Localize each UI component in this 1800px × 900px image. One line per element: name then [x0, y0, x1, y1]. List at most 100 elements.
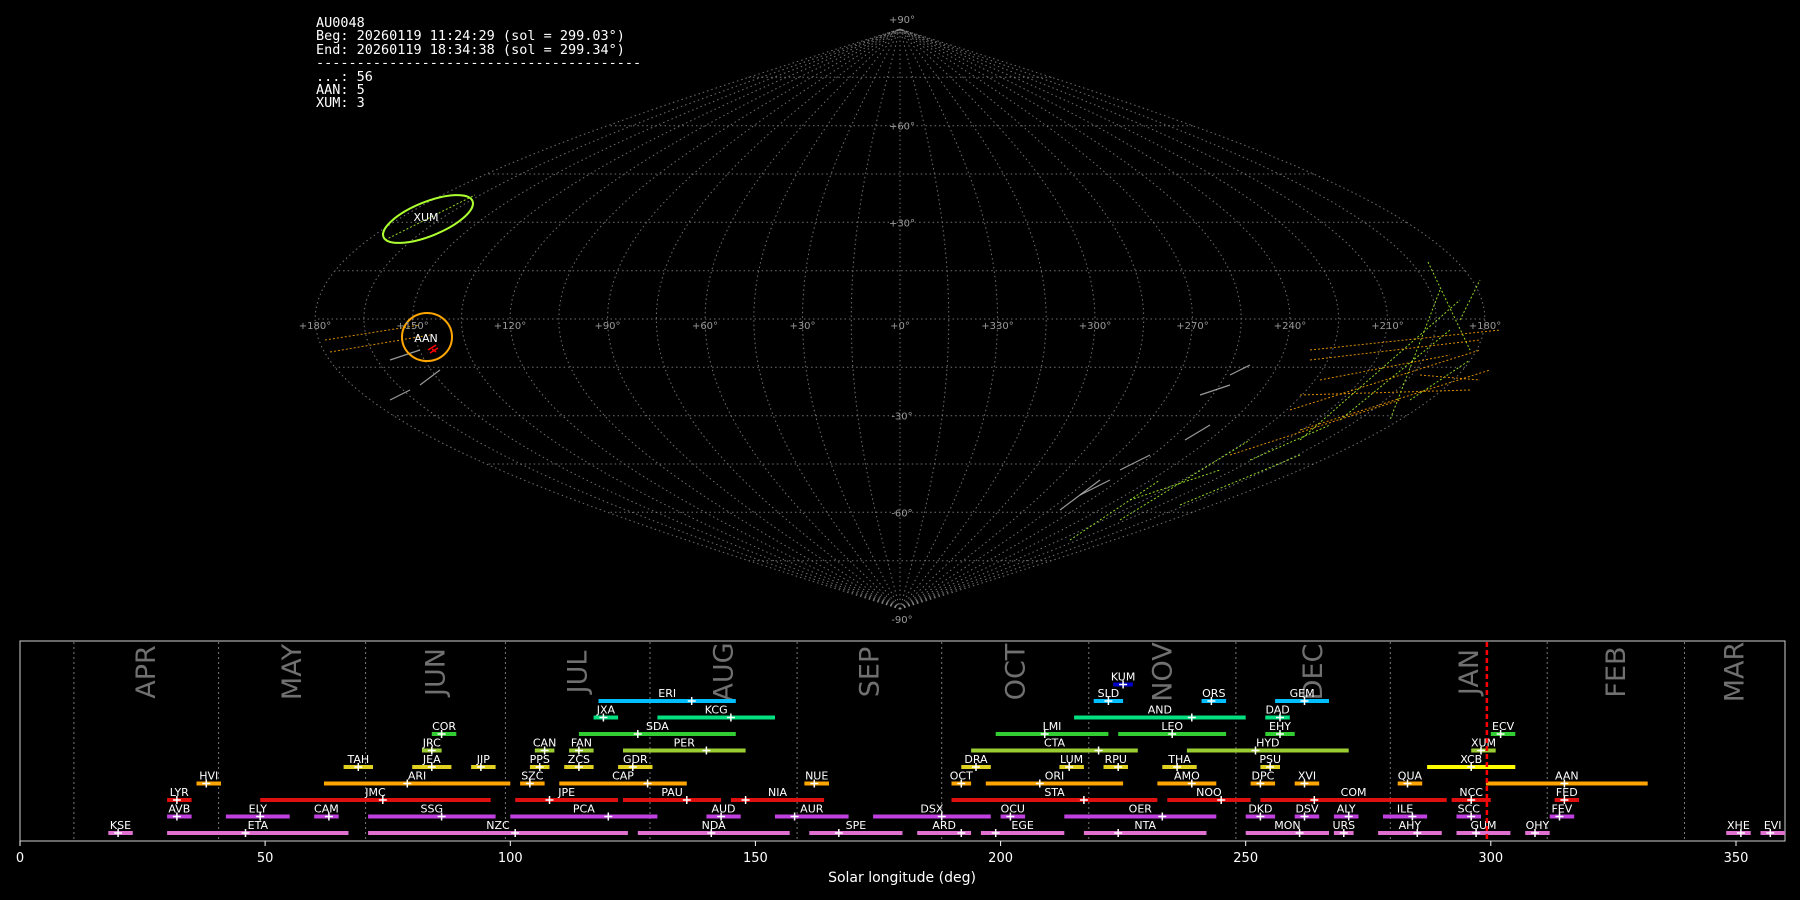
x-tick-label: 200 — [988, 851, 1013, 866]
shower-code-label: ELY — [249, 803, 268, 816]
trace-aan — [1309, 339, 1481, 361]
x-tick-label: 150 — [743, 851, 768, 866]
shower-code-label: EHY — [1269, 720, 1291, 733]
shower-code-label: FAN — [571, 737, 592, 750]
month-label: NOV — [1147, 642, 1178, 702]
trace-xum — [1179, 454, 1301, 506]
shower-code-label: JPE — [557, 786, 575, 799]
shower-code-label: OCU — [1001, 803, 1025, 816]
shower-code-label: HYD — [1256, 737, 1279, 750]
shower-code-label: LUM — [1060, 753, 1083, 766]
shower-code-label: ERI — [658, 687, 676, 700]
shower-code-label: OHY — [1526, 819, 1550, 832]
shower-code-label: AUR — [800, 803, 824, 816]
shower-code-label: JXA — [596, 704, 616, 717]
x-tick-label: 350 — [1724, 851, 1749, 866]
shower-code-label: ARI — [408, 770, 426, 783]
shower-code-label: DAD — [1265, 704, 1289, 717]
trace-aan — [1309, 329, 1501, 351]
shower-code-label: NCC — [1459, 786, 1483, 799]
shower-code-label: AVB — [168, 803, 190, 816]
shower-code-label: XUM — [1471, 737, 1496, 750]
x-tick-label: 50 — [257, 851, 274, 866]
trace-aan — [1299, 369, 1491, 431]
trace-aan — [1419, 374, 1481, 381]
x-axis-label: Solar longitude (deg) — [828, 870, 976, 886]
shower-code-label: COM — [1341, 786, 1367, 799]
x-tick-label: 250 — [1233, 851, 1258, 866]
shower-code-label: JRC — [422, 737, 441, 750]
shower-code-label: CAM — [314, 803, 339, 816]
shower-code-label: RPU — [1105, 753, 1127, 766]
shower-code-label: CAN — [533, 737, 556, 750]
trace-xum — [1129, 469, 1221, 501]
shower-code-label: TAH — [346, 753, 369, 766]
lon-tick-label: +180° — [1469, 321, 1501, 332]
shower-code-label: KUM — [1111, 671, 1135, 684]
shower-code-label: FED — [1556, 786, 1578, 799]
shower-code-label: ILE — [1397, 803, 1413, 816]
shower-code-label: JEA — [422, 753, 441, 766]
meridian-line — [558, 28, 901, 610]
shower-code-label: NZC — [486, 819, 510, 832]
shower-code-label: PSU — [1259, 753, 1281, 766]
shower-code-label: ETA — [248, 819, 269, 832]
shower-code-label: NOO — [1196, 786, 1222, 799]
shower-code-label: PAU — [661, 786, 683, 799]
shower-code-label: ORS — [1202, 687, 1225, 700]
month-label: FEB — [1601, 646, 1632, 697]
shower-code-label: GUM — [1470, 819, 1496, 832]
month-label: OCT — [1000, 643, 1031, 700]
shower-code-label: SCC — [1458, 803, 1481, 816]
trace-xum — [1459, 279, 1481, 321]
x-tick-label: 0 — [16, 851, 24, 866]
lon-tick-label: +150° — [396, 321, 428, 332]
sky-grid-labels: +180° +150° +120° +90° +60° +30° +0° +330° +300°… — [299, 15, 1501, 626]
meridian-line — [899, 28, 1145, 610]
trace-sporadic — [1199, 384, 1231, 396]
shower-code-label: FEV — [1551, 803, 1572, 816]
lon-tick-label: +30° — [789, 321, 815, 332]
trace-sporadic — [1184, 424, 1211, 441]
shower-code-label: PER — [674, 737, 696, 750]
shower-code-label: AHY — [1399, 819, 1422, 832]
month-label: JUN — [421, 648, 452, 698]
shower-code-label: STA — [1044, 786, 1065, 799]
shower-code-label: COR — [432, 720, 456, 733]
shower-code-label: ORI — [1045, 770, 1065, 783]
shower-code-label: EVI — [1764, 819, 1782, 832]
lon-tick-label: +330° — [981, 321, 1013, 332]
shower-code-label: SDA — [646, 720, 669, 733]
trace-sporadic — [389, 389, 411, 401]
radiant-label: XUM — [413, 211, 438, 224]
shower-code-label: NTA — [1134, 819, 1156, 832]
month-label: JUL — [563, 651, 594, 696]
month-label: SEP — [854, 647, 885, 697]
shower-code-label: HVI — [199, 770, 218, 783]
lon-tick-label: +60° — [692, 321, 718, 332]
lon-tick-label: +120° — [494, 321, 526, 332]
shower-code-label: DPC — [1252, 770, 1275, 783]
shower-code-label: DSV — [1296, 803, 1319, 816]
shower-timeline-chart: APR MAY JUN JUL AUG SEP OCT NOV DEC JAN FEB MAR KUM… — [16, 640, 1786, 886]
trace-sporadic — [1229, 364, 1251, 376]
lat-tick-label: -90° — [891, 615, 912, 626]
shower-code-label: SZC — [521, 770, 544, 783]
trace-xum — [1409, 359, 1471, 401]
lat-tick-label: +90° — [889, 15, 915, 26]
lat-tick-label: -60° — [891, 508, 912, 519]
trace-xum — [1069, 479, 1161, 541]
x-tick-label: 100 — [498, 851, 523, 866]
sky-grid — [314, 28, 1486, 610]
shower-code-label: THA — [1167, 753, 1191, 766]
month-label: MAR — [1720, 642, 1751, 703]
shower-code-label: DRA — [964, 753, 988, 766]
shower-code-label: MON — [1274, 819, 1300, 832]
shower-code-label: GEM — [1290, 687, 1315, 700]
month-label: JAN — [1454, 649, 1485, 697]
shower-code-label: DSX — [920, 803, 943, 816]
shower-code-label: AMO — [1174, 770, 1200, 783]
shower-code-label: ECV — [1492, 720, 1515, 733]
shower-code-label: SSG — [421, 803, 444, 816]
sky-map: XUM AAN +180° +150° +120° +90° +60° +30° +0° +33… — [299, 15, 1501, 626]
